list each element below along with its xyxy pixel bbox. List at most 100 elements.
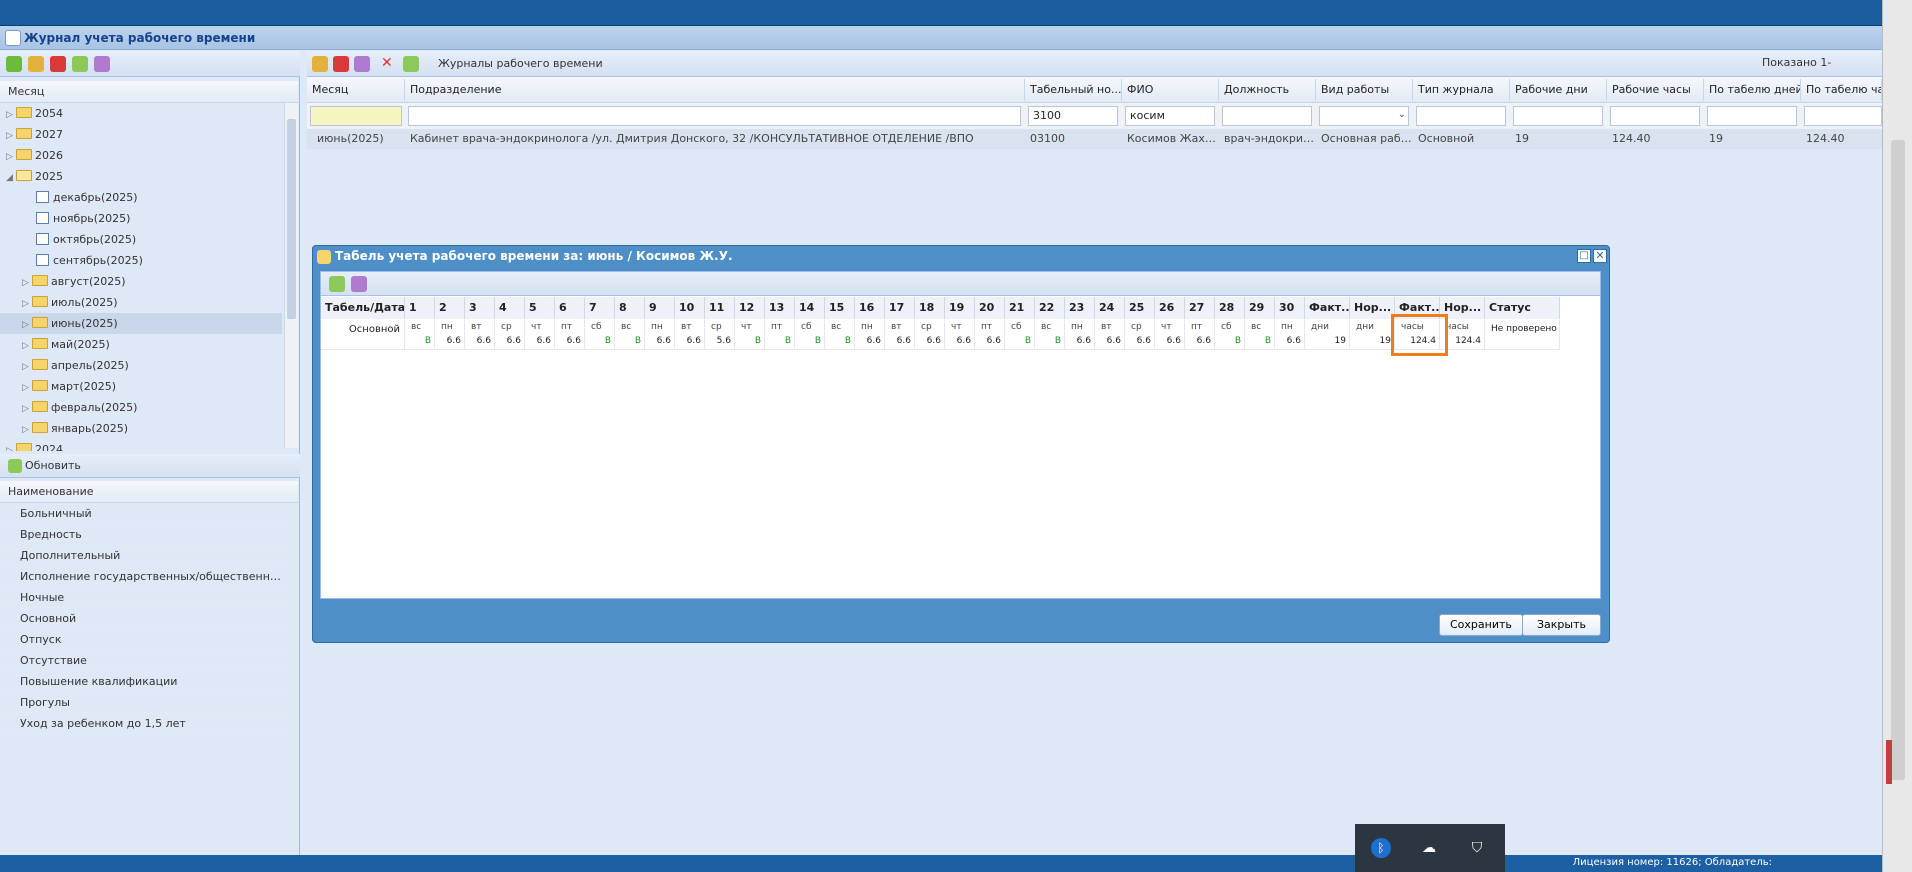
tree-item[interactable]: октябрь(2025): [36, 229, 136, 250]
tree-item[interactable]: ▷ июль(2025): [22, 292, 118, 313]
col-day[interactable]: 27: [1185, 297, 1215, 319]
col-day[interactable]: 28: [1215, 297, 1245, 319]
scroll-thumb[interactable]: [287, 119, 296, 319]
col-day[interactable]: 4: [495, 297, 525, 319]
day-cell[interactable]: вс В: [1245, 320, 1275, 350]
day-cell[interactable]: пн 6.6: [435, 320, 465, 350]
day-cell[interactable]: вс В: [405, 320, 435, 350]
filter-work-days[interactable]: [1513, 106, 1603, 126]
filter-department[interactable]: [408, 106, 1021, 126]
tree-item[interactable]: ▷ август(2025): [22, 271, 126, 292]
expand-icon[interactable]: ▷: [6, 105, 16, 126]
col-department[interactable]: Подразделение: [405, 79, 1025, 101]
month-column-header[interactable]: Месяц: [0, 81, 298, 103]
col-day[interactable]: 25: [1125, 297, 1155, 319]
day-cell[interactable]: пт В: [765, 320, 795, 350]
expand-icon[interactable]: ▷: [22, 336, 32, 357]
col-work-hours[interactable]: Рабочие часы: [1607, 79, 1704, 101]
tree-item[interactable]: сентябрь(2025): [36, 250, 143, 271]
col-day[interactable]: 9: [645, 297, 675, 319]
expand-icon[interactable]: ▷: [22, 399, 32, 420]
list-item[interactable]: Прогулы: [0, 692, 282, 713]
list-item[interactable]: Ночные: [0, 587, 282, 608]
tree-item[interactable]: декабрь(2025): [36, 187, 138, 208]
tree-item[interactable]: ▷ февраль(2025): [22, 397, 137, 418]
col-tabel-date[interactable]: Табель/Дата: [321, 297, 405, 319]
security-shield-icon[interactable]: ⛉: [1467, 838, 1487, 858]
expand-icon[interactable]: ▷: [22, 273, 32, 294]
expand-icon[interactable]: ▷: [22, 294, 32, 315]
col-day[interactable]: 24: [1095, 297, 1125, 319]
expand-icon[interactable]: ▷: [22, 420, 32, 441]
tree-item-selected[interactable]: ▷ июнь(2025): [0, 313, 282, 334]
day-cell[interactable]: вс В: [1035, 320, 1065, 350]
settings-menu-icon[interactable]: [351, 276, 367, 292]
tree-item[interactable]: ▷ май(2025): [22, 334, 110, 355]
day-cell[interactable]: ср 6.6: [495, 320, 525, 350]
delete-icon[interactable]: [333, 56, 349, 72]
list-item[interactable]: Отпуск: [0, 629, 282, 650]
list-item[interactable]: Повышение квалификации: [0, 671, 282, 692]
refresh-icon[interactable]: [403, 56, 419, 72]
col-total[interactable]: Факт...: [1305, 297, 1350, 319]
save-button[interactable]: Сохранить: [1439, 614, 1523, 636]
filter-month[interactable]: [310, 106, 402, 126]
scroll-thumb[interactable]: [1891, 140, 1905, 780]
day-cell[interactable]: вс В: [615, 320, 645, 350]
expand-icon[interactable]: ▷: [6, 126, 16, 147]
refresh-icon[interactable]: [329, 276, 345, 292]
list-item[interactable]: Исполнение государственных/общественных …: [0, 566, 282, 587]
col-day[interactable]: 18: [915, 297, 945, 319]
day-cell[interactable]: ср 5.6: [705, 320, 735, 350]
tree-item[interactable]: ▷ 2027: [6, 124, 63, 145]
day-cell[interactable]: вт 6.6: [1095, 320, 1125, 350]
refresh-button[interactable]: Обновить: [25, 459, 81, 472]
col-position[interactable]: Должность: [1219, 79, 1316, 101]
col-tabel-hours[interactable]: По табелю час: [1801, 79, 1882, 101]
col-day[interactable]: 29: [1245, 297, 1275, 319]
close-icon[interactable]: ✕: [1593, 249, 1607, 263]
list-item[interactable]: Вредность: [0, 524, 282, 545]
delete-icon[interactable]: [50, 56, 66, 72]
col-work-days[interactable]: Рабочие дни: [1510, 79, 1607, 101]
filter-tabel-days[interactable]: [1707, 106, 1797, 126]
expand-icon[interactable]: ▷: [22, 378, 32, 399]
col-day[interactable]: 26: [1155, 297, 1185, 319]
filter-fio[interactable]: косим: [1125, 106, 1215, 126]
tree-scrollbar[interactable]: [284, 103, 298, 448]
day-cell[interactable]: сб В: [585, 320, 615, 350]
day-cell[interactable]: пн 6.6: [855, 320, 885, 350]
col-day[interactable]: 5: [525, 297, 555, 319]
filter-work-hours[interactable]: [1610, 106, 1700, 126]
filter-position[interactable]: [1222, 106, 1312, 126]
col-day[interactable]: 13: [765, 297, 795, 319]
col-day[interactable]: 8: [615, 297, 645, 319]
list-item[interactable]: Больничный: [0, 503, 282, 524]
collapse-icon[interactable]: ◢: [6, 168, 16, 189]
refresh-icon[interactable]: [72, 56, 88, 72]
col-month[interactable]: Месяц: [307, 79, 405, 101]
close-button[interactable]: Закрыть: [1522, 614, 1601, 636]
list-item[interactable]: Уход за ребенком до 1,5 лет: [0, 713, 282, 734]
col-day[interactable]: 20: [975, 297, 1005, 319]
col-work-type[interactable]: Вид работы: [1316, 79, 1413, 101]
list-item[interactable]: Дополнительный: [0, 545, 282, 566]
filter-journal-type[interactable]: [1416, 106, 1506, 126]
col-day[interactable]: 19: [945, 297, 975, 319]
col-day[interactable]: 23: [1065, 297, 1095, 319]
day-cell[interactable]: вс В: [825, 320, 855, 350]
maximize-icon[interactable]: □: [1577, 249, 1591, 263]
day-cell[interactable]: чт 6.6: [1155, 320, 1185, 350]
clear-filter-icon[interactable]: ✕: [381, 55, 393, 71]
col-total[interactable]: Статус: [1485, 297, 1560, 319]
col-day[interactable]: 10: [675, 297, 705, 319]
col-day[interactable]: 14: [795, 297, 825, 319]
bluetooth-icon[interactable]: ᛒ: [1371, 838, 1391, 858]
filter-tabel-hours[interactable]: [1804, 106, 1882, 126]
expand-icon[interactable]: ▷: [22, 315, 32, 336]
col-tabel[interactable]: Табельный но...: [1025, 79, 1122, 101]
cloud-offline-icon[interactable]: ☁: [1419, 838, 1439, 858]
day-cell[interactable]: вт 6.6: [675, 320, 705, 350]
day-cell[interactable]: сб В: [1005, 320, 1035, 350]
list-item[interactable]: Основной: [0, 608, 282, 629]
